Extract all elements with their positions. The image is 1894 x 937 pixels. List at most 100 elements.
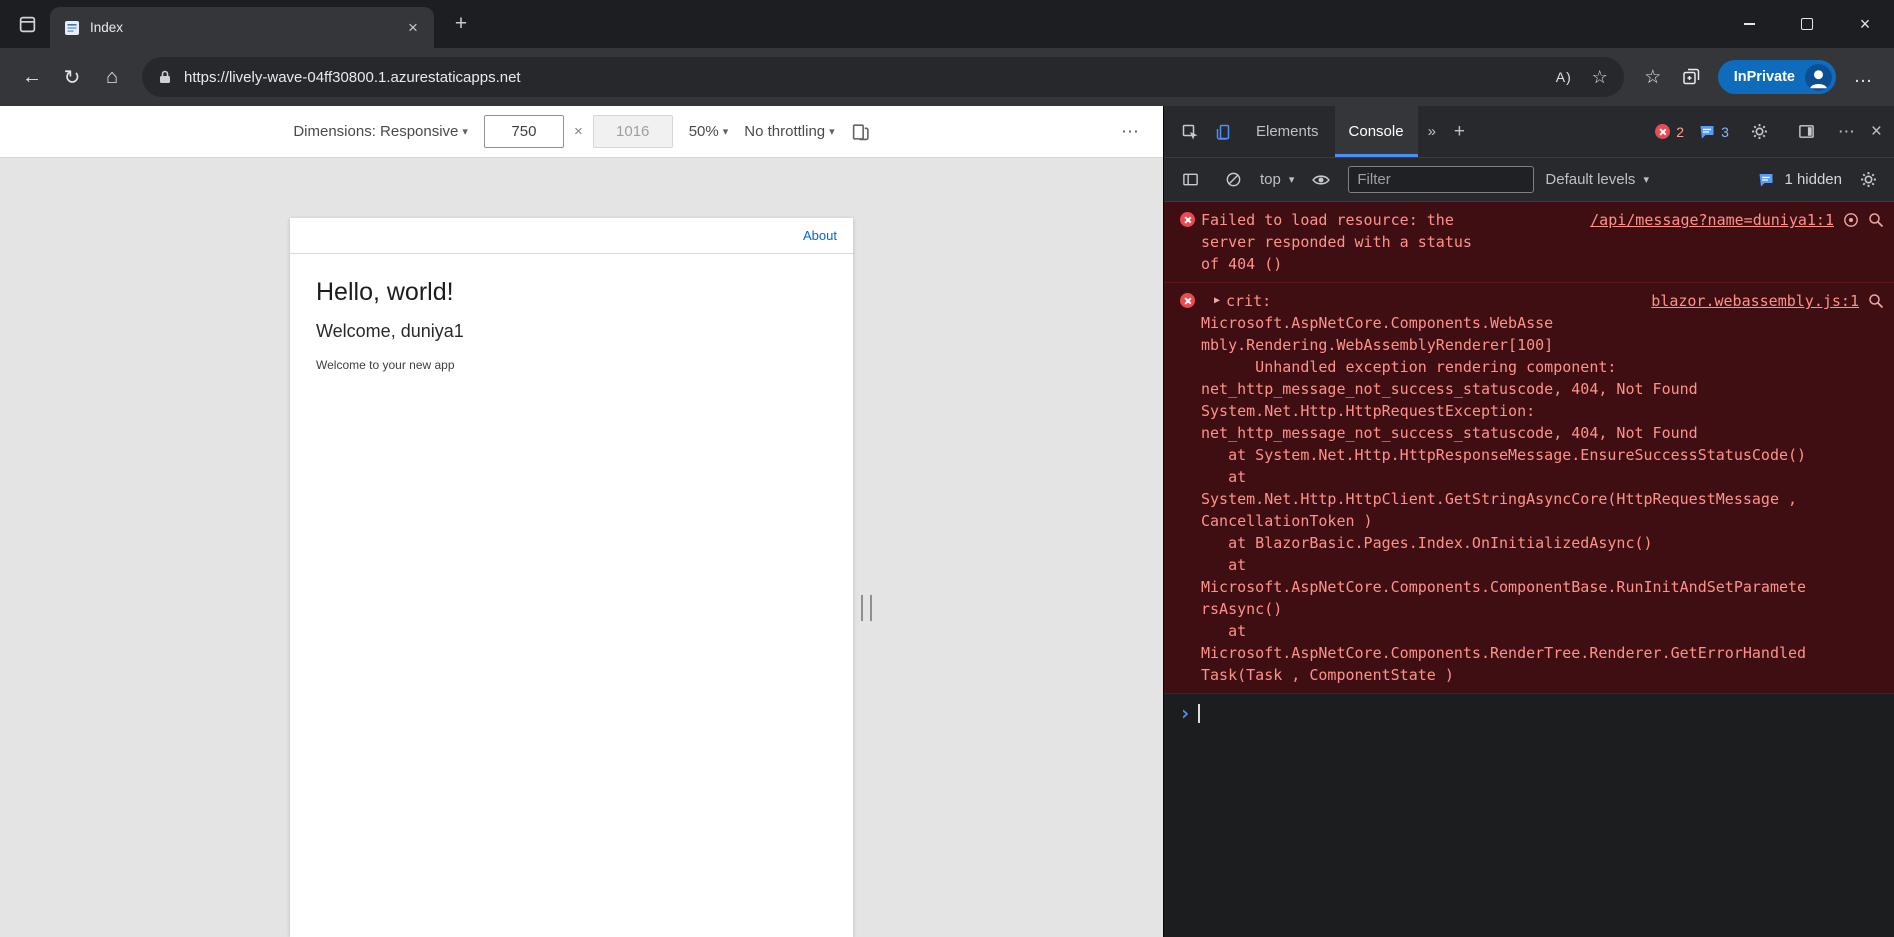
more-panels-icon[interactable]: » bbox=[1420, 123, 1444, 140]
maximize-button[interactable] bbox=[1778, 0, 1836, 48]
new-tab-button[interactable]: + bbox=[446, 12, 476, 36]
about-link[interactable]: About bbox=[803, 228, 837, 243]
error-message-text: Failed to load resource: the server resp… bbox=[1201, 211, 1472, 273]
width-input[interactable] bbox=[483, 115, 564, 148]
console-error-row[interactable]: ▶ crit: blazor.webassembly.js:1 Microsof… bbox=[1164, 283, 1894, 694]
search-web-icon[interactable] bbox=[1868, 212, 1884, 228]
dock-side-icon[interactable] bbox=[1791, 116, 1823, 148]
page-nav-bar: About bbox=[290, 218, 853, 254]
explain-error-icon[interactable] bbox=[1843, 212, 1859, 228]
issues-chat-icon bbox=[1699, 124, 1715, 140]
issues-counter[interactable]: 3 bbox=[1699, 124, 1729, 140]
read-aloud-icon[interactable]: A) bbox=[1546, 59, 1582, 95]
device-toolbar-icon[interactable] bbox=[1208, 116, 1240, 148]
error-label: crit: bbox=[1226, 292, 1272, 310]
console-sidebar-icon[interactable] bbox=[1174, 164, 1206, 196]
clear-console-icon[interactable] bbox=[1217, 164, 1249, 196]
address-bar[interactable]: https://lively-wave-04ff30800.1.azuresta… bbox=[142, 57, 1624, 97]
throttling-selector[interactable]: No throttling bbox=[744, 123, 825, 140]
filter-input[interactable] bbox=[1348, 166, 1535, 193]
prompt-chevron-icon: › bbox=[1179, 701, 1192, 725]
devtools-menu-icon[interactable]: ⋯ bbox=[1838, 122, 1856, 142]
maximize-icon bbox=[1801, 18, 1813, 30]
context-selector[interactable]: top ▾ bbox=[1260, 171, 1294, 188]
devtools-settings-icon[interactable] bbox=[1744, 116, 1776, 148]
context-selector-label: top bbox=[1260, 171, 1281, 188]
tab-elements[interactable]: Elements bbox=[1242, 106, 1333, 157]
console-toolbar-right: 1 hidden bbox=[1758, 164, 1884, 196]
hidden-messages-icon bbox=[1758, 172, 1774, 188]
height-input[interactable] bbox=[592, 115, 673, 148]
dimensions-selector[interactable]: Dimensions: Responsive bbox=[293, 123, 458, 140]
console-settings-icon[interactable] bbox=[1852, 164, 1884, 196]
close-window-button[interactable]: × bbox=[1836, 0, 1894, 48]
hidden-messages-label[interactable]: 1 hidden bbox=[1784, 171, 1842, 188]
error-source-link[interactable]: /api/message?name=duniya1:1 bbox=[1590, 209, 1834, 231]
error-stack-trace: Microsoft.AspNetCore.Components.WebAsse … bbox=[1201, 314, 1807, 684]
browser-window: Index × + × ← ↻ ⌂ https://lively-wave-04… bbox=[0, 0, 1894, 937]
log-levels-selector[interactable]: Default levels ▾ bbox=[1545, 171, 1649, 188]
add-favorite-icon[interactable]: ☆ bbox=[1582, 59, 1618, 95]
emulation-overflow-icon[interactable]: ⋯ bbox=[1121, 121, 1141, 142]
collections-icon[interactable] bbox=[1672, 58, 1710, 96]
tab-close-icon[interactable]: × bbox=[402, 18, 424, 38]
web-page: About Hello, world! Welcome, duniya1 Wel… bbox=[290, 218, 853, 937]
emulated-viewport: About Hello, world! Welcome, duniya1 Wel… bbox=[0, 158, 1163, 937]
browser-menu-icon[interactable]: … bbox=[1844, 58, 1882, 96]
error-icon bbox=[1655, 124, 1671, 139]
back-button[interactable]: ← bbox=[12, 57, 52, 97]
page-body: Hello, world! Welcome, duniya1 Welcome t… bbox=[290, 254, 853, 396]
console-error-row[interactable]: Failed to load resource: the server resp… bbox=[1164, 202, 1894, 283]
workspaces-icon[interactable] bbox=[10, 7, 44, 41]
tab-console[interactable]: Console bbox=[1334, 106, 1418, 157]
issue-count: 3 bbox=[1721, 123, 1729, 140]
home-button[interactable]: ⌂ bbox=[92, 57, 132, 97]
zoom-selector[interactable]: 50% bbox=[689, 123, 719, 140]
device-emulation-toolbar: Dimensions: Responsive ▾ × 50% ▾ No thro… bbox=[0, 106, 1163, 158]
add-panel-icon[interactable]: + bbox=[1446, 121, 1473, 143]
error-source-link[interactable]: blazor.webassembly.js:1 bbox=[1651, 290, 1859, 312]
error-source-box: /api/message?name=duniya1:1 bbox=[1580, 209, 1884, 231]
text-cursor bbox=[1198, 703, 1201, 723]
search-web-icon[interactable] bbox=[1868, 293, 1884, 309]
page-favicon-icon bbox=[64, 20, 80, 36]
inprivate-badge[interactable]: InPrivate bbox=[1717, 60, 1836, 94]
refresh-button[interactable]: ↻ bbox=[52, 57, 92, 97]
chevron-down-icon: ▾ bbox=[829, 126, 835, 138]
rotate-device-icon[interactable] bbox=[851, 122, 870, 141]
browser-tab[interactable]: Index × bbox=[50, 7, 434, 48]
welcome-subtitle: Welcome to your new app bbox=[316, 358, 455, 372]
dimension-times-label: × bbox=[573, 123, 583, 140]
lock-icon[interactable] bbox=[158, 69, 172, 85]
navigation-bar: ← ↻ ⌂ https://lively-wave-04ff30800.1.az… bbox=[0, 48, 1894, 106]
expand-triangle-icon[interactable]: ▶ bbox=[1214, 290, 1220, 312]
chevron-down-icon: ▾ bbox=[722, 126, 729, 138]
error-source-box: blazor.webassembly.js:1 bbox=[1641, 290, 1884, 312]
error-header: ▶ crit: blazor.webassembly.js:1 bbox=[1180, 290, 1884, 312]
console-toolbar: top ▾ Default levels ▾ 1 hidden bbox=[1164, 157, 1894, 202]
viewport-resize-handle[interactable] bbox=[861, 595, 872, 621]
browser-viewport-pane: Dimensions: Responsive ▾ × 50% ▾ No thro… bbox=[0, 106, 1163, 937]
chevron-down-icon: ▾ bbox=[1288, 174, 1295, 186]
devtools-close-icon[interactable]: × bbox=[1871, 121, 1882, 143]
avatar[interactable] bbox=[1805, 63, 1832, 91]
error-icon bbox=[1180, 293, 1195, 308]
error-icon bbox=[1180, 212, 1195, 227]
url-text[interactable]: https://lively-wave-04ff30800.1.azuresta… bbox=[184, 69, 1546, 86]
devtools-status-group: 2 3 ⋯ × bbox=[1655, 116, 1884, 148]
content-area: Dimensions: Responsive ▾ × 50% ▾ No thro… bbox=[0, 106, 1894, 937]
devtools-panel: Elements Console » + 2 3 ⋯ × top ▾ Filte… bbox=[1163, 106, 1894, 937]
minimize-icon bbox=[1743, 23, 1755, 25]
error-counter[interactable]: 2 bbox=[1655, 124, 1684, 140]
console-prompt[interactable]: › bbox=[1164, 694, 1894, 723]
favorites-icon[interactable]: ☆ bbox=[1634, 58, 1672, 96]
chevron-down-icon: ▾ bbox=[1643, 174, 1649, 186]
log-levels-label: Default levels bbox=[1545, 171, 1636, 188]
chevron-down-icon: ▾ bbox=[462, 126, 468, 138]
page-title: Hello, world! bbox=[316, 278, 454, 306]
minimize-button[interactable] bbox=[1720, 0, 1778, 48]
live-expression-eye-icon[interactable] bbox=[1305, 164, 1337, 196]
emulation-controls: Dimensions: Responsive ▾ × 50% ▾ No thro… bbox=[293, 115, 869, 148]
welcome-text: Welcome, duniya1 bbox=[316, 321, 464, 341]
inspect-element-icon[interactable] bbox=[1174, 116, 1206, 148]
